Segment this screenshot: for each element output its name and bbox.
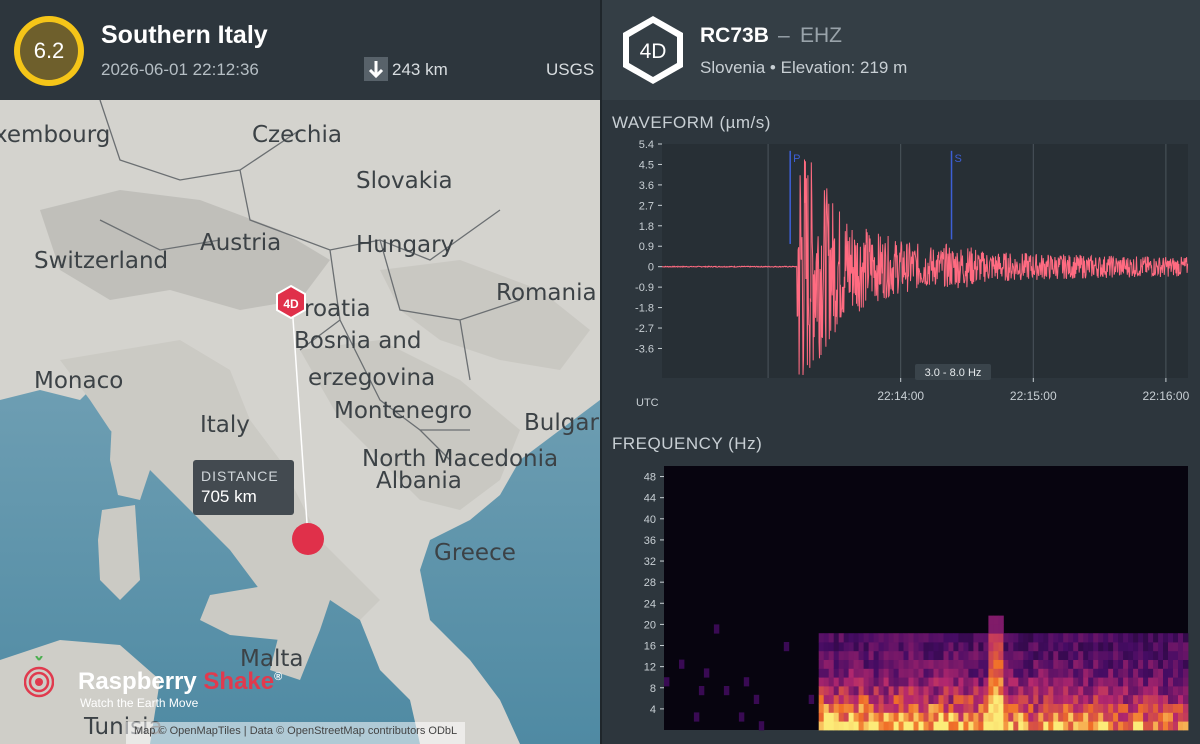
waveform-ytick-label: 0 [648,262,654,274]
distance-label: DISTANCE [201,468,279,484]
station-separator: – [778,24,790,47]
spectrogram-ytick-label: 36 [644,535,656,547]
spectrogram-ytick-label: 20 [644,619,656,631]
waveform-ytick-label: -0.9 [635,282,654,294]
station-header: 4D RC73B – EHZ Slovenia • Elevation: 219… [602,0,1200,100]
spectrogram-ytick-label: 24 [644,598,656,610]
event-panel: 6.2 Southern Italy 2026-06-01 22:12:36 2… [0,0,600,744]
waveform-xtick-label: 22:14:00 [877,389,924,403]
logo-reg: ® [274,671,283,683]
map-attribution[interactable]: Map © OpenMapTiles | Data © OpenStreetMa… [126,722,466,744]
station-channel: EHZ [800,24,842,47]
waveform-ytick-label: 5.4 [639,139,654,151]
magnitude-badge: 6.2 [14,16,84,86]
waveform-ytick-label: 2.7 [639,200,654,212]
distance-value: 705 km [201,487,257,506]
spectrogram-ytick-label: 28 [644,577,656,589]
raspberry-shake-logo-icon [24,656,54,698]
map-overlay: 4D [276,284,324,555]
waveform-ytick-label: -2.7 [635,323,654,335]
logo-word1: Raspberry [78,668,197,695]
spectrogram-ytick-label: 4 [650,704,656,716]
map-view[interactable]: xembourg Czechia Slovakia Austria Switze… [0,100,600,744]
waveform-ytick-label: 1.8 [639,221,654,233]
epicenter-marker[interactable] [292,523,324,555]
spectrogram-ytick-label: 12 [644,662,656,674]
station-code: RC73B [700,24,769,47]
waveform-xtick-label: 22:15:00 [1010,389,1057,403]
waveform-ytick-label: -1.8 [635,303,654,315]
station-marker-label: 4D [283,297,299,311]
app-root: 6.2 Southern Italy 2026-06-01 22:12:36 2… [0,0,1200,744]
waveform-ytick-label: 4.5 [639,159,654,171]
logo-word2: Shake [203,668,275,695]
frequency-title: FREQUENCY (Hz) [612,434,763,453]
network-code: 4D [640,40,667,63]
waveform-xtick-label: 22:16:00 [1143,389,1190,403]
phase-label-s: S [955,153,962,165]
spectrogram-ytick-label: 48 [644,472,656,484]
station-location: Slovenia • Elevation: 219 m [700,58,908,77]
waveform-ytick-label: 0.9 [639,241,654,253]
network-badge: 4D [623,16,683,84]
event-source: USGS [546,60,595,79]
waveform-title: WAVEFORM (µm/s) [612,113,771,132]
event-depth: 243 km [392,60,448,79]
event-title: Southern Italy [101,21,268,49]
logo-wordmark: Raspberry Shake® [78,668,282,696]
waveform-ytick-label: -3.6 [635,343,654,355]
spectrogram-chart[interactable]: 48 44 40 36 32 28 24 20 16 12 8 4 [602,460,1200,744]
arrow-down-icon [364,57,388,81]
waveform-ytick-label: 3.6 [639,180,654,192]
distance-tooltip: DISTANCE 705 km [193,460,294,515]
distance-line [291,303,309,539]
station-marker[interactable]: 4D [276,284,306,320]
spectrogram-ytick-label: 44 [644,493,656,505]
spectrogram-ytick-label: 16 [644,641,656,653]
station-panel: 4D RC73B – EHZ Slovenia • Elevation: 219… [602,0,1200,744]
event-datetime: 2026-06-01 22:12:36 [101,60,259,79]
magnitude-value: 6.2 [20,22,78,80]
event-header: 6.2 Southern Italy 2026-06-01 22:12:36 2… [0,0,600,100]
spectrogram-ytick-label: 8 [650,683,656,695]
spectrogram-ytick-label: 40 [644,514,656,526]
phase-label-p: P [793,153,800,165]
waveform-utc-label: UTC [636,397,659,409]
waveform-chart[interactable]: 5.4 4.5 3.6 2.7 1.8 0.9 0 -0.9 -1.8 -2.7 -3.6 22:14… [602,138,1200,438]
filter-annotation: 3.0 - 8.0 Hz [925,367,982,379]
spectrogram-ytick-label: 32 [644,556,656,568]
logo-tagline: Watch the Earth Move [80,696,199,710]
